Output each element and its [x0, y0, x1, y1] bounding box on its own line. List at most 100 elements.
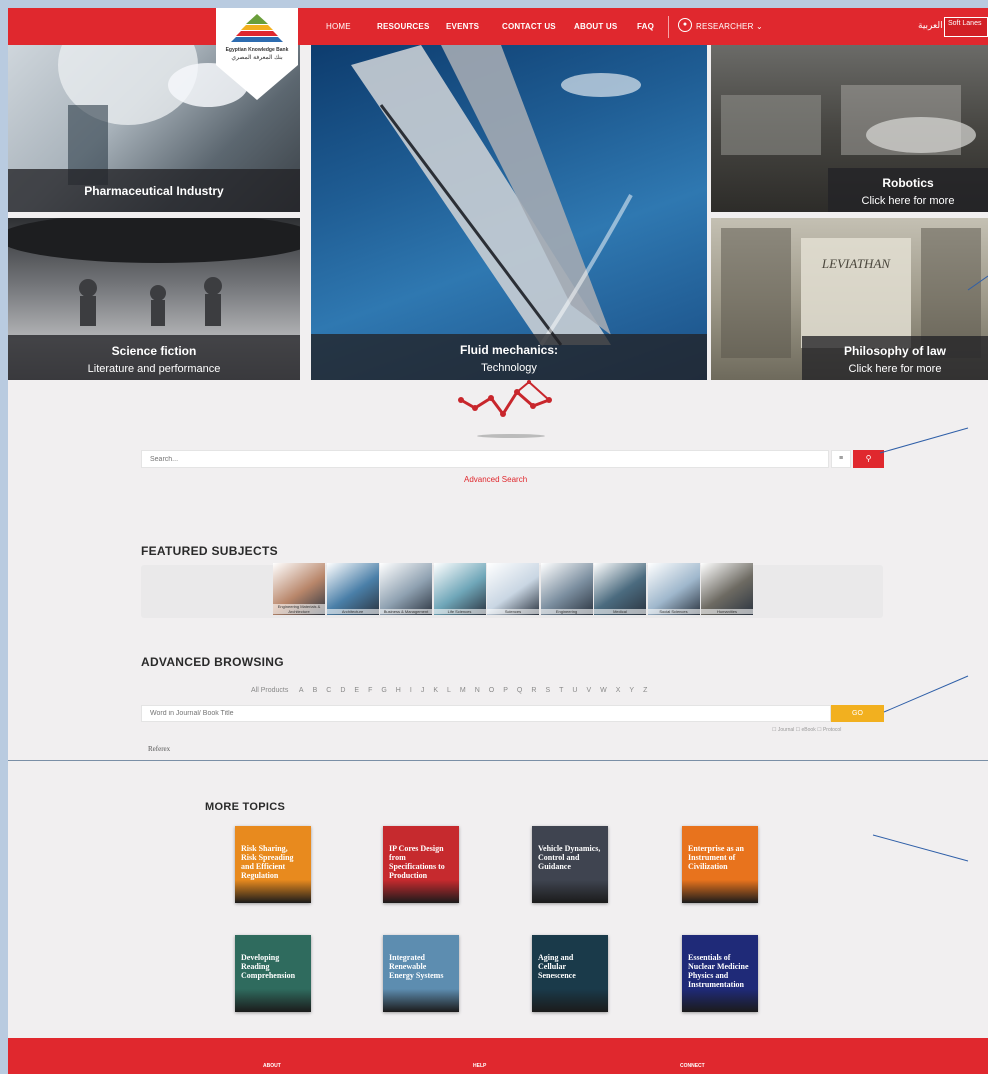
- letter-link[interactable]: Z: [643, 687, 647, 694]
- hero-caption: Fluid mechanics: Technology: [311, 334, 707, 380]
- book-cover[interactable]: Vehicle Dynamics, Control and Guidance: [532, 826, 608, 903]
- book-cover[interactable]: IP Cores Design from Specifications to P…: [383, 826, 459, 903]
- hero-title: Fluid mechanics:: [459, 343, 559, 357]
- featured-subject-label: Business & Management: [380, 609, 432, 614]
- search-button[interactable]: ⚲: [853, 450, 884, 468]
- letter-link[interactable]: X: [616, 687, 621, 694]
- featured-subject-label: Engineering: [540, 609, 593, 614]
- letter-link[interactable]: N: [475, 687, 480, 694]
- featured-subject-tile[interactable]: Business & Management: [380, 563, 432, 615]
- search-options-button[interactable]: ≡: [831, 450, 851, 468]
- letter-link[interactable]: K: [433, 687, 438, 694]
- letter-link[interactable]: A: [299, 687, 304, 694]
- book-title: Enterprise as an Instrument of Civilizat…: [688, 844, 744, 871]
- hero-tile-science-fiction[interactable]: Science fiction Literature and performan…: [8, 218, 300, 380]
- advanced-search-link[interactable]: Advanced Search: [464, 475, 527, 484]
- nav-about-us[interactable]: ABOUT US: [574, 22, 617, 31]
- letter-link[interactable]: E: [354, 687, 359, 694]
- letter-link[interactable]: P: [503, 687, 508, 694]
- letter-link[interactable]: Y: [629, 687, 634, 694]
- product-type-filters[interactable]: ☐ Journal ☐ eBook ☐ Protocol: [772, 727, 841, 733]
- go-button[interactable]: GO: [831, 705, 884, 722]
- letter-link[interactable]: S: [545, 687, 550, 694]
- letter-link[interactable]: I: [410, 687, 412, 694]
- hero-subtitle: Technology: [481, 362, 537, 374]
- book-title: Vehicle Dynamics, Control and Guidance: [538, 844, 601, 871]
- letter-link[interactable]: H: [396, 687, 401, 694]
- featured-subject-tile[interactable]: Humanities: [701, 563, 753, 615]
- hero-subtitle: Click here for more: [848, 363, 942, 375]
- book-title: Essentials of Nuclear Medicine Physics a…: [688, 953, 749, 989]
- letter-link[interactable]: O: [489, 687, 494, 694]
- annotation-line: [883, 675, 969, 713]
- footer: ABOUT HELP CONNECT: [8, 1038, 988, 1074]
- letter-link[interactable]: R: [531, 687, 536, 694]
- letter-link[interactable]: U: [572, 687, 577, 694]
- title-search-input[interactable]: [141, 705, 831, 722]
- partner-logo[interactable]: Soft Lanes: [944, 17, 988, 37]
- featured-subject-tile[interactable]: Architecture: [326, 563, 379, 615]
- featured-subject-tile[interactable]: Medical: [594, 563, 646, 615]
- nav-separator: [668, 16, 669, 38]
- featured-subject-label: Engineering Materials & Architecture: [273, 604, 325, 614]
- hero-title: Science fiction: [111, 344, 197, 358]
- book-cover[interactable]: Developing Reading Comprehension: [235, 935, 311, 1012]
- nav-resources[interactable]: RESOURCES: [377, 22, 429, 31]
- book-cover[interactable]: Essentials of Nuclear Medicine Physics a…: [682, 935, 758, 1012]
- letter-link[interactable]: D: [340, 687, 345, 694]
- featured-subject-label: Medical: [594, 609, 646, 614]
- annotation-line: [872, 834, 969, 862]
- hero-tile-fluid-mechanics[interactable]: Fluid mechanics: Technology: [311, 45, 707, 380]
- letter-link[interactable]: Q: [517, 687, 522, 694]
- featured-subjects-heading: FEATURED SUBJECTS: [141, 544, 278, 558]
- molecule-icon: [458, 380, 552, 438]
- referex-logo[interactable]: Referex: [148, 745, 170, 753]
- letter-link[interactable]: W: [600, 687, 607, 694]
- letter-link[interactable]: J: [421, 687, 425, 694]
- all-products-link[interactable]: All Products: [251, 687, 288, 694]
- sailboat-photo: [351, 45, 641, 347]
- hero-tile-robotics[interactable]: Robotics Click here for more: [711, 45, 988, 212]
- hero-caption: Pharmaceutical Industry: [8, 169, 300, 212]
- featured-subject-tile[interactable]: Social Sciences: [647, 563, 700, 615]
- book-cover[interactable]: Enterprise as an Instrument of Civilizat…: [682, 826, 758, 903]
- top-navigation: HOME RESOURCES EVENTS CONTACT US ABOUT U…: [8, 8, 988, 45]
- letter-link[interactable]: L: [447, 687, 451, 694]
- letter-link[interactable]: F: [368, 687, 372, 694]
- letter-link[interactable]: B: [313, 687, 318, 694]
- book-cover[interactable]: Integrated Renewable Energy Systems: [383, 935, 459, 1012]
- book-title: Risk Sharing, Risk Spreading and Efficie…: [241, 844, 294, 880]
- featured-subject-tile[interactable]: Engineering Materials & Architecture: [273, 563, 325, 615]
- letter-link[interactable]: C: [326, 687, 331, 694]
- book-cover[interactable]: Risk Sharing, Risk Spreading and Efficie…: [235, 826, 311, 903]
- language-switch[interactable]: العربية: [918, 21, 943, 31]
- featured-subject-tile[interactable]: Sciences: [487, 563, 539, 615]
- footer-help[interactable]: HELP: [473, 1063, 486, 1069]
- nav-home[interactable]: HOME: [326, 22, 351, 31]
- book-title: Integrated Renewable Energy Systems: [389, 953, 444, 980]
- book-title: Aging and Cellular Senescence: [538, 953, 576, 980]
- annotation-line: [879, 427, 969, 454]
- letter-link[interactable]: T: [559, 687, 563, 694]
- hero-tile-philosophy-of-law[interactable]: LEVIATHAN Philosophy of law Click here f…: [711, 218, 988, 380]
- nav-faq[interactable]: FAQ: [637, 22, 654, 31]
- hero-caption: Robotics Click here for more: [828, 168, 988, 212]
- letter-link[interactable]: G: [381, 687, 386, 694]
- nav-events[interactable]: EVENTS: [446, 22, 479, 31]
- logo-name-ar: بنك المعرفة المصري: [231, 55, 283, 61]
- featured-subject-tile[interactable]: Life Sciences: [433, 563, 486, 615]
- book-cover[interactable]: Aging and Cellular Senescence: [532, 935, 608, 1012]
- footer-connect[interactable]: CONNECT: [680, 1063, 705, 1069]
- search-input[interactable]: [141, 450, 829, 468]
- footer-about[interactable]: ABOUT: [263, 1063, 281, 1069]
- researcher-icon[interactable]: ●: [678, 18, 692, 32]
- letter-link[interactable]: M: [460, 687, 466, 694]
- letter-link[interactable]: V: [586, 687, 591, 694]
- nav-contact-us[interactable]: CONTACT US: [502, 22, 556, 31]
- featured-subject-tile[interactable]: Engineering: [540, 563, 593, 615]
- hero-title: Philosophy of law: [843, 344, 946, 358]
- researcher-menu[interactable]: RESEARCHER ⌄: [696, 22, 763, 31]
- featured-subject-label: Architecture: [326, 609, 379, 614]
- featured-subject-label: Humanities: [701, 609, 753, 614]
- featured-subject-label: Sciences: [487, 609, 539, 614]
